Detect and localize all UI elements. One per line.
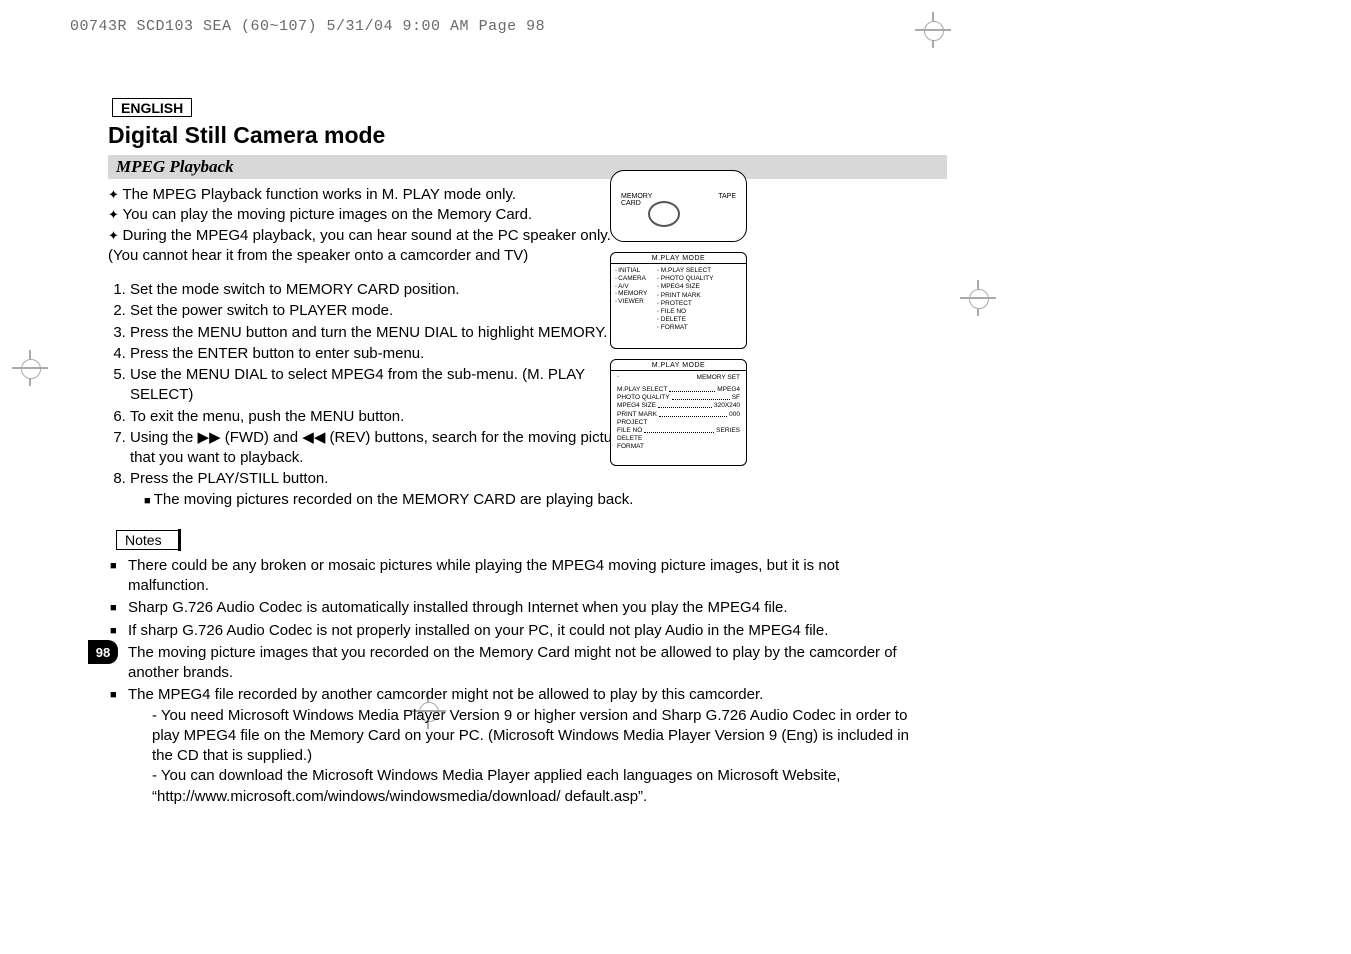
registration-mark-icon xyxy=(960,280,996,316)
mode-dial-icon xyxy=(648,201,680,227)
step-item: Press the MENU button and turn the MENU … xyxy=(130,323,650,343)
bullet-item: During the MPEG4 playback, you can hear … xyxy=(108,226,628,267)
menu-row: PHOTO QUALITYSF xyxy=(611,394,746,402)
bullet-item: You can play the moving picture images o… xyxy=(108,205,628,225)
menu-row: PROJECT xyxy=(611,419,746,427)
intro-bullet-list: The MPEG Playback function works in M. P… xyxy=(108,185,628,266)
menu-row: MPEG4 SIZE320X240 xyxy=(611,402,746,410)
menu-row: DELETE xyxy=(611,435,746,443)
note-item: If sharp G.726 Audio Codec is not proper… xyxy=(108,621,918,641)
menu-subtitle: MEMORY SET xyxy=(611,371,746,382)
menu-row: FORMAT xyxy=(611,443,746,451)
note-subitem: You can download the Microsoft Windows M… xyxy=(152,766,918,807)
step-subitem: The moving pictures recorded on the MEMO… xyxy=(144,490,650,510)
print-header: 00743R SCD103 SEA (60~107) 5/31/04 9:00 … xyxy=(70,18,545,35)
page-number-badge: 98 xyxy=(88,640,118,664)
language-box: ENGLISH xyxy=(112,98,192,117)
menu-left-item: CAMERA xyxy=(615,275,657,283)
side-figures: MEMORYCARD TAPE M.PLAY MODE INITIAL CAME… xyxy=(610,170,745,460)
registration-mark-icon xyxy=(915,12,951,48)
note-item: There could be any broken or mosaic pict… xyxy=(108,556,918,597)
note-item: Sharp G.726 Audio Codec is automatically… xyxy=(108,598,918,618)
menu-right-item: M.PLAY SELECT xyxy=(657,267,737,275)
notes-sublist: You need Microsoft Windows Media Player … xyxy=(128,706,918,807)
menu-row: M.PLAY SELECTMPEG4 xyxy=(611,386,746,394)
menu-right-column: M.PLAY SELECT PHOTO QUALITY MPEG4 SIZE P… xyxy=(657,267,737,333)
step-item: Set the power switch to PLAYER mode. xyxy=(130,301,650,321)
menu-left-item: INITIAL xyxy=(615,267,657,275)
subsection-title: MPEG Playback xyxy=(108,155,947,179)
menu-screen-2: M.PLAY MODE MEMORY SET M.PLAY SELECTMPEG… xyxy=(610,359,747,466)
note-item: The MPEG4 file recorded by another camco… xyxy=(108,685,918,807)
menu-right-item: MPEG4 SIZE xyxy=(657,283,737,291)
step-item: Use the MENU DIAL to select MPEG4 from t… xyxy=(130,365,650,406)
note-subitem: You need Microsoft Windows Media Player … xyxy=(152,706,918,767)
steps-list: Set the mode switch to MEMORY CARD posit… xyxy=(108,280,650,510)
menu-title: M.PLAY MODE xyxy=(611,253,746,264)
step-item: To exit the menu, push the MENU button. xyxy=(130,407,650,427)
menu-right-item: DELETE xyxy=(657,316,737,324)
menu-left-item: VIEWER xyxy=(615,298,657,306)
step-item: Set the mode switch to MEMORY CARD posit… xyxy=(130,280,650,300)
page-title: Digital Still Camera mode xyxy=(108,122,938,149)
menu-right-item: PROTECT xyxy=(657,300,737,308)
notes-list: There could be any broken or mosaic pict… xyxy=(108,556,918,807)
memory-card-label: MEMORYCARD xyxy=(621,193,652,207)
menu-right-item: FORMAT xyxy=(657,324,737,332)
step-item: Using the ▶▶ (FWD) and ◀◀ (REV) buttons,… xyxy=(130,428,650,469)
note-item: The moving picture images that you recor… xyxy=(108,643,918,684)
menu-right-item: FILE NO xyxy=(657,308,737,316)
page: 00743R SCD103 SEA (60~107) 5/31/04 9:00 … xyxy=(0,0,1351,954)
bullet-item: The MPEG Playback function works in M. P… xyxy=(108,185,628,205)
menu-right-item: PHOTO QUALITY xyxy=(657,275,737,283)
notes-heading: Notes xyxy=(116,530,181,550)
menu-screen-1: M.PLAY MODE INITIAL CAMERA A/V MEMORY VI… xyxy=(610,252,747,349)
menu-left-item: MEMORY xyxy=(615,290,657,298)
menu-row: FILE NOSERIES xyxy=(611,427,746,435)
menu-left-item: A/V xyxy=(615,283,657,291)
mode-switch-diagram: MEMORYCARD TAPE xyxy=(610,170,747,242)
step-item: Press the PLAY/STILL button. The moving … xyxy=(130,469,650,510)
step-item: Press the ENTER button to enter sub-menu… xyxy=(130,344,650,364)
note-text: The MPEG4 file recorded by another camco… xyxy=(128,686,763,703)
registration-mark-icon xyxy=(12,350,48,386)
tape-label: TAPE xyxy=(718,193,736,200)
menu-left-column: INITIAL CAMERA A/V MEMORY VIEWER xyxy=(615,267,657,333)
menu-title: M.PLAY MODE xyxy=(611,360,746,371)
content-area: ENGLISH Digital Still Camera mode MPEG P… xyxy=(108,98,938,809)
step-text: Press the PLAY/STILL button. xyxy=(130,470,328,487)
menu-row: PRINT MARK000 xyxy=(611,411,746,419)
step-sublist: The moving pictures recorded on the MEMO… xyxy=(130,490,650,510)
menu-right-item: PRINT MARK xyxy=(657,292,737,300)
